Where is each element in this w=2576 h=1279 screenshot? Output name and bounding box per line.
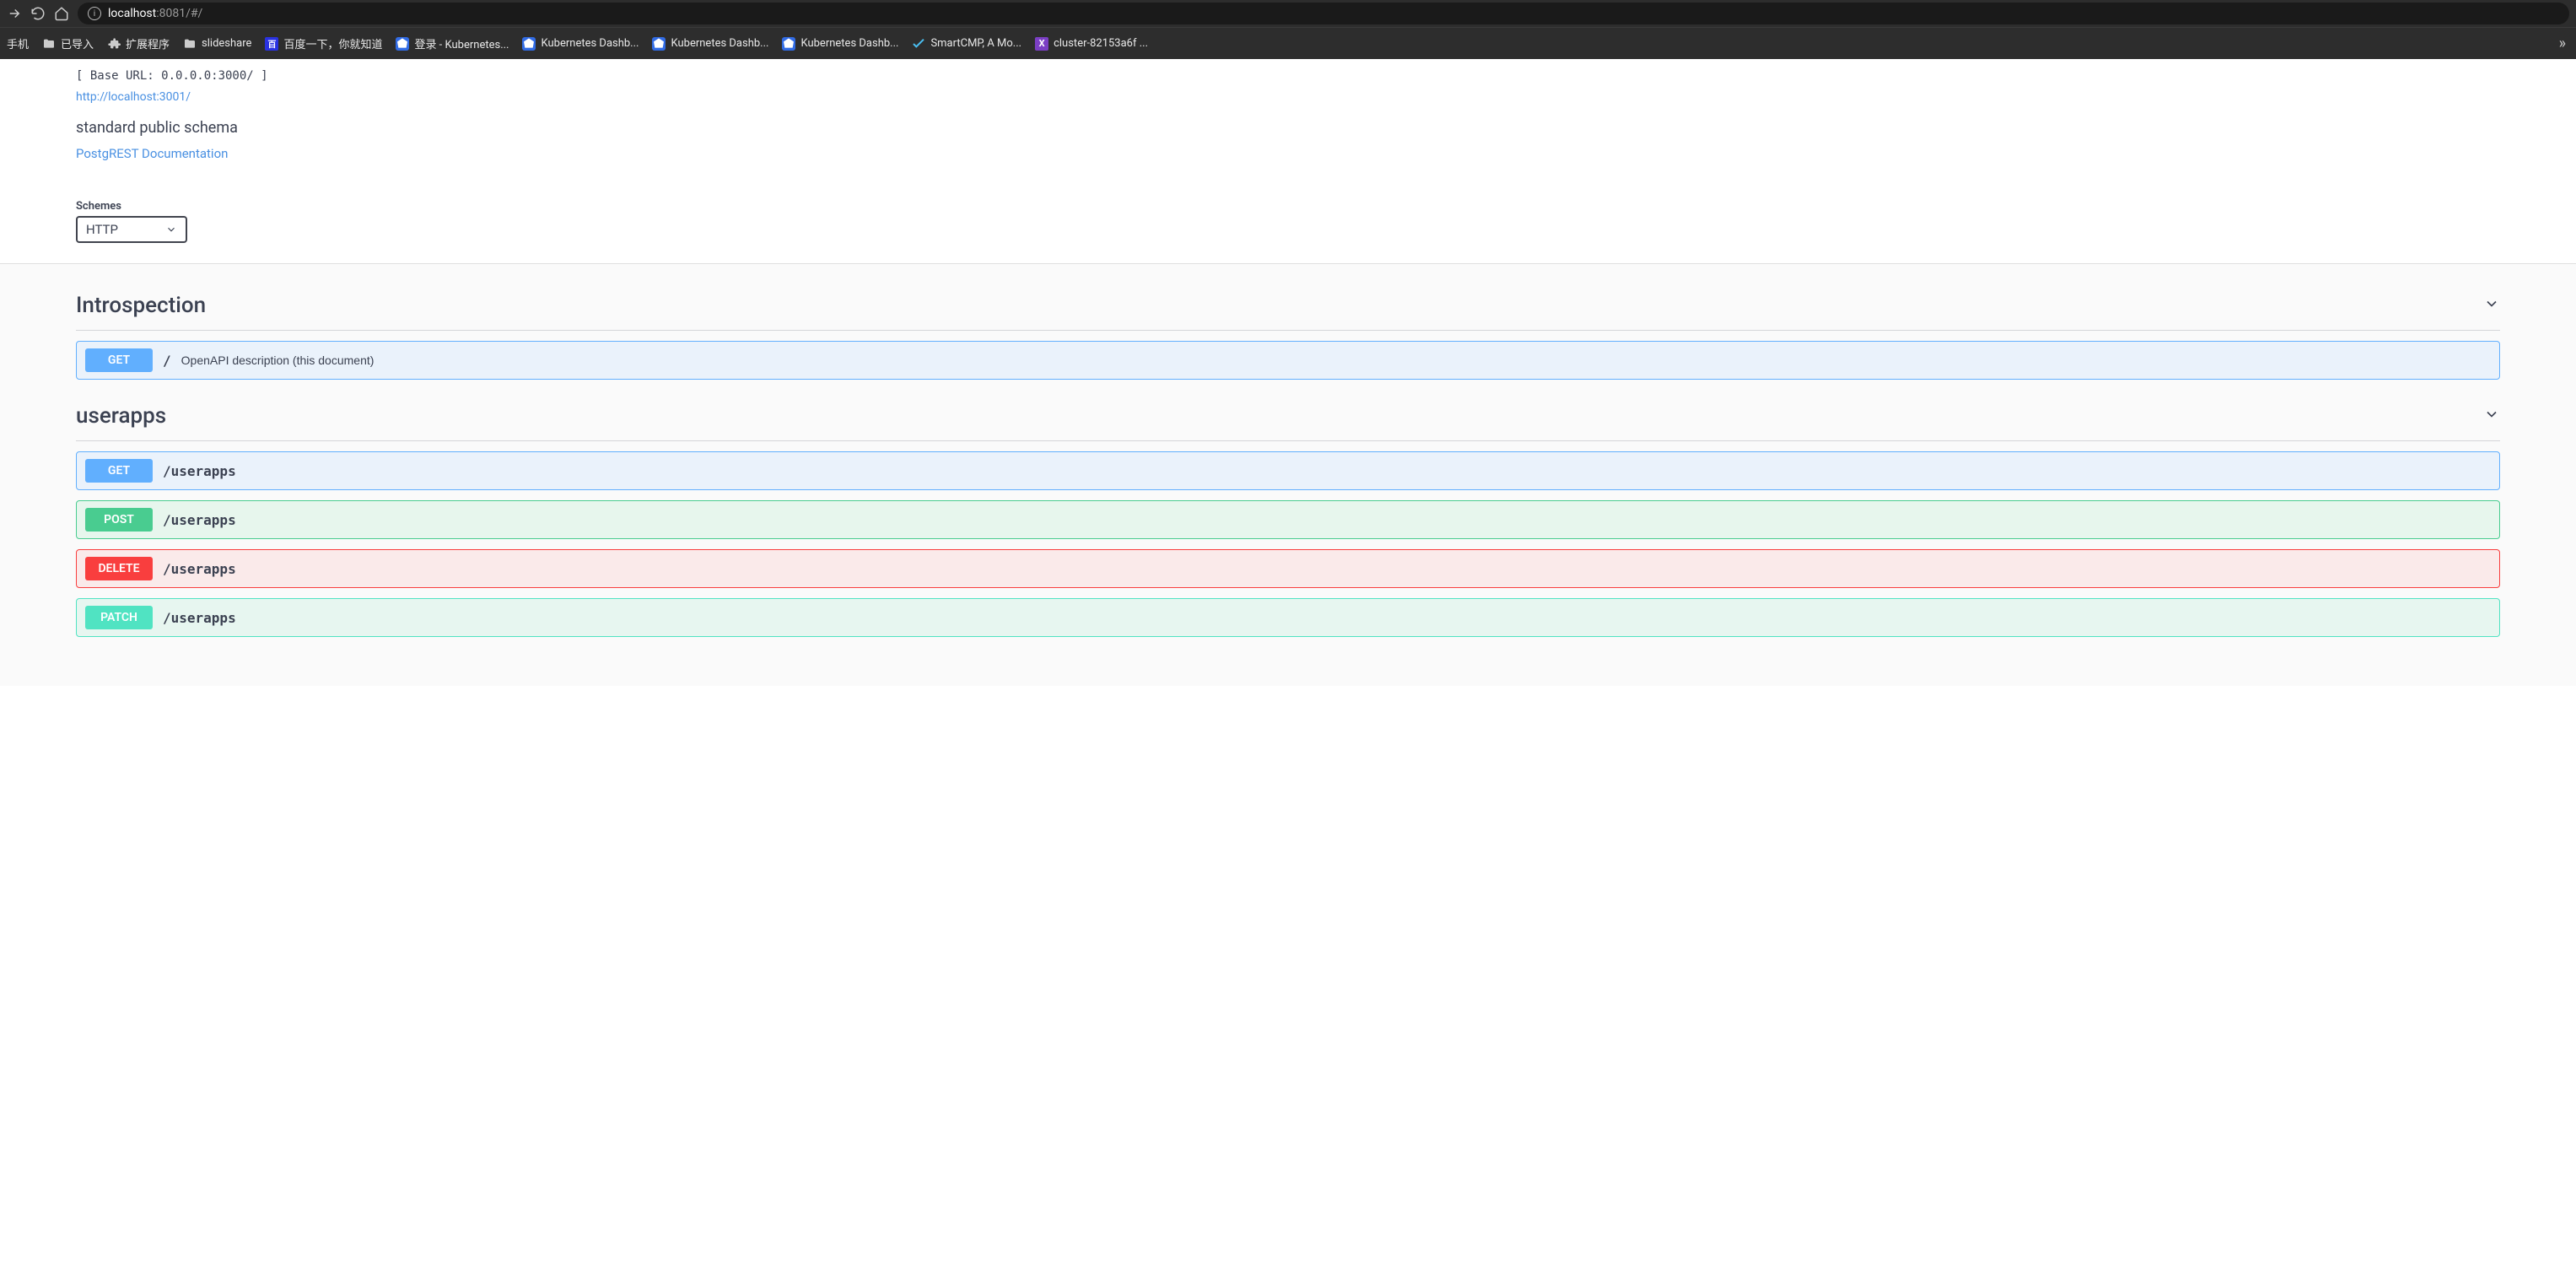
url-path: :8081/#/ [156, 7, 202, 20]
bookmark-extensions[interactable]: 扩展程序 [107, 35, 170, 51]
api-description: standard public schema [76, 119, 2500, 137]
url-host: localhost [108, 7, 156, 20]
bookmark-k8s-dash-3[interactable]: Kubernetes Dashb... [782, 37, 898, 51]
kubernetes-icon [522, 37, 536, 51]
chevron-down-icon [165, 224, 177, 235]
external-docs-link[interactable]: PostgREST Documentation [76, 146, 228, 161]
bookmark-cluster[interactable]: X cluster-82153a6f ... [1035, 37, 1148, 51]
schemes-select[interactable]: HTTP [76, 216, 187, 243]
tag-header[interactable]: userapps [76, 395, 2500, 441]
kubernetes-icon [396, 37, 409, 51]
bookmark-smartcmp[interactable]: SmartCMP, A Mo... [912, 37, 1021, 51]
baidu-icon: 百 [265, 37, 278, 51]
operation-summary: OpenAPI description (this document) [181, 353, 375, 367]
schemes-section: Schemes HTTP [0, 185, 2576, 263]
method-badge: GET [85, 348, 153, 372]
tag-header[interactable]: Introspection [76, 284, 2500, 331]
bookmark-label: Kubernetes Dashb... [671, 37, 768, 50]
operation-post-userapps[interactable]: POST /userapps [76, 500, 2500, 539]
operation-get-userapps[interactable]: GET /userapps [76, 451, 2500, 490]
operation-path: /userapps [163, 463, 236, 479]
bookmark-label: cluster-82153a6f ... [1054, 37, 1148, 50]
operation-path: /userapps [163, 561, 236, 577]
smartcmp-icon [912, 37, 925, 51]
browser-chrome: i localhost:8081/#/ 手机 已导入 扩展程序 slidesha… [0, 0, 2576, 59]
bookmark-label: 登录 - Kubernetes... [414, 35, 509, 51]
method-badge: GET [85, 459, 153, 483]
bookmarks-bar: 手机 已导入 扩展程序 slideshare 百 百度一下，你就知道 登录 - … [0, 27, 2576, 59]
bookmark-phone[interactable]: 手机 [7, 35, 29, 51]
bookmark-label: Kubernetes Dashb... [800, 37, 898, 50]
api-header: [ Base URL: 0.0.0.0:3000/ ] http://local… [0, 59, 2576, 185]
bookmark-label: slideshare [202, 37, 251, 50]
operation-patch-userapps[interactable]: PATCH /userapps [76, 598, 2500, 637]
extension-icon [107, 37, 121, 51]
operations-content: Introspection GET / OpenAPI description … [0, 264, 2576, 686]
base-url: [ Base URL: 0.0.0.0:3000/ ] [76, 69, 2500, 83]
tag-userapps: userapps GET /userapps POST /userapps DE… [76, 395, 2500, 637]
kubernetes-icon [652, 37, 666, 51]
method-badge: POST [85, 508, 153, 532]
method-badge: PATCH [85, 606, 153, 629]
site-info-icon[interactable]: i [88, 7, 101, 20]
schemes-value: HTTP [86, 222, 118, 237]
bookmark-baidu[interactable]: 百 百度一下，你就知道 [265, 35, 382, 51]
browser-toolbar: i localhost:8081/#/ [0, 0, 2576, 27]
reload-icon[interactable] [30, 6, 46, 21]
operation-get-root[interactable]: GET / OpenAPI description (this document… [76, 341, 2500, 380]
schemes-label: Schemes [76, 200, 2500, 213]
operation-path: /userapps [163, 512, 236, 528]
folder-icon [42, 37, 56, 51]
chevron-down-icon [2483, 295, 2500, 316]
home-icon[interactable] [54, 6, 69, 21]
spec-url-link[interactable]: http://localhost:3001/ [76, 90, 191, 104]
operation-delete-userapps[interactable]: DELETE /userapps [76, 549, 2500, 588]
operation-path: /userapps [163, 610, 236, 626]
bookmarks-overflow-icon[interactable]: » [2556, 35, 2569, 52]
tag-name: userapps [76, 403, 166, 429]
bookmark-k8s-login[interactable]: 登录 - Kubernetes... [396, 35, 509, 51]
bookmark-label: 已导入 [61, 35, 94, 51]
url-bar[interactable]: i localhost:8081/#/ [78, 3, 2569, 24]
cluster-icon: X [1035, 37, 1048, 51]
bookmark-label: 百度一下，你就知道 [283, 35, 382, 51]
method-badge: DELETE [85, 557, 153, 580]
operation-path: / [163, 353, 171, 369]
forward-icon[interactable] [7, 6, 22, 21]
bookmark-label: 扩展程序 [126, 35, 170, 51]
chevron-down-icon [2483, 406, 2500, 426]
tag-name: Introspection [76, 293, 206, 318]
bookmark-label: 手机 [7, 35, 29, 51]
bookmark-label: SmartCMP, A Mo... [930, 37, 1021, 50]
tag-introspection: Introspection GET / OpenAPI description … [76, 284, 2500, 380]
bookmark-label: Kubernetes Dashb... [541, 37, 639, 50]
bookmark-imported[interactable]: 已导入 [42, 35, 94, 51]
kubernetes-icon [782, 37, 795, 51]
bookmark-k8s-dash-2[interactable]: Kubernetes Dashb... [652, 37, 768, 51]
bookmark-slideshare[interactable]: slideshare [183, 37, 251, 51]
folder-icon [183, 37, 197, 51]
bookmark-k8s-dash-1[interactable]: Kubernetes Dashb... [522, 37, 639, 51]
